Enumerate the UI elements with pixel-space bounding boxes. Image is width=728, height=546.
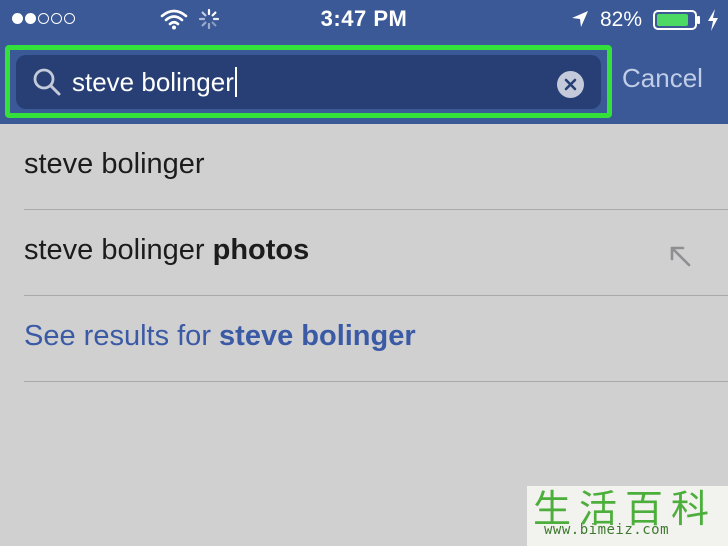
text-caret [234, 67, 237, 97]
divider [24, 209, 728, 210]
watermark-url: www.bimeiz.com [544, 522, 670, 538]
see-results-prefix: See results for [24, 320, 220, 352]
suggestion-text: steve bolinger [24, 148, 205, 180]
suggestion-item[interactable]: steve bolinger [24, 148, 205, 181]
location-arrow-icon [572, 11, 588, 27]
see-results-query: steve bolinger [219, 320, 416, 352]
fill-arrow-icon[interactable] [667, 243, 693, 269]
clear-x-icon [564, 78, 577, 91]
divider [24, 295, 728, 296]
suggestion-item[interactable]: steve bolinger photos [24, 234, 309, 267]
search-query-value: steve bolinger [72, 67, 234, 97]
divider [24, 381, 728, 382]
search-icon [33, 68, 61, 96]
see-results-link[interactable]: See results for steve bolinger [24, 320, 416, 353]
clear-search-button[interactable] [557, 71, 584, 98]
battery-percent: 82% [600, 8, 643, 31]
suggestion-text: steve bolinger [24, 234, 213, 266]
suggestion-bold-suffix: photos [212, 234, 310, 266]
battery-icon [653, 10, 700, 30]
search-query-text[interactable]: steve bolinger [72, 67, 237, 98]
status-bar: 3:47 PM 82% [0, 0, 728, 40]
charging-bolt-icon [708, 9, 718, 31]
cancel-button[interactable]: Cancel [622, 63, 703, 94]
